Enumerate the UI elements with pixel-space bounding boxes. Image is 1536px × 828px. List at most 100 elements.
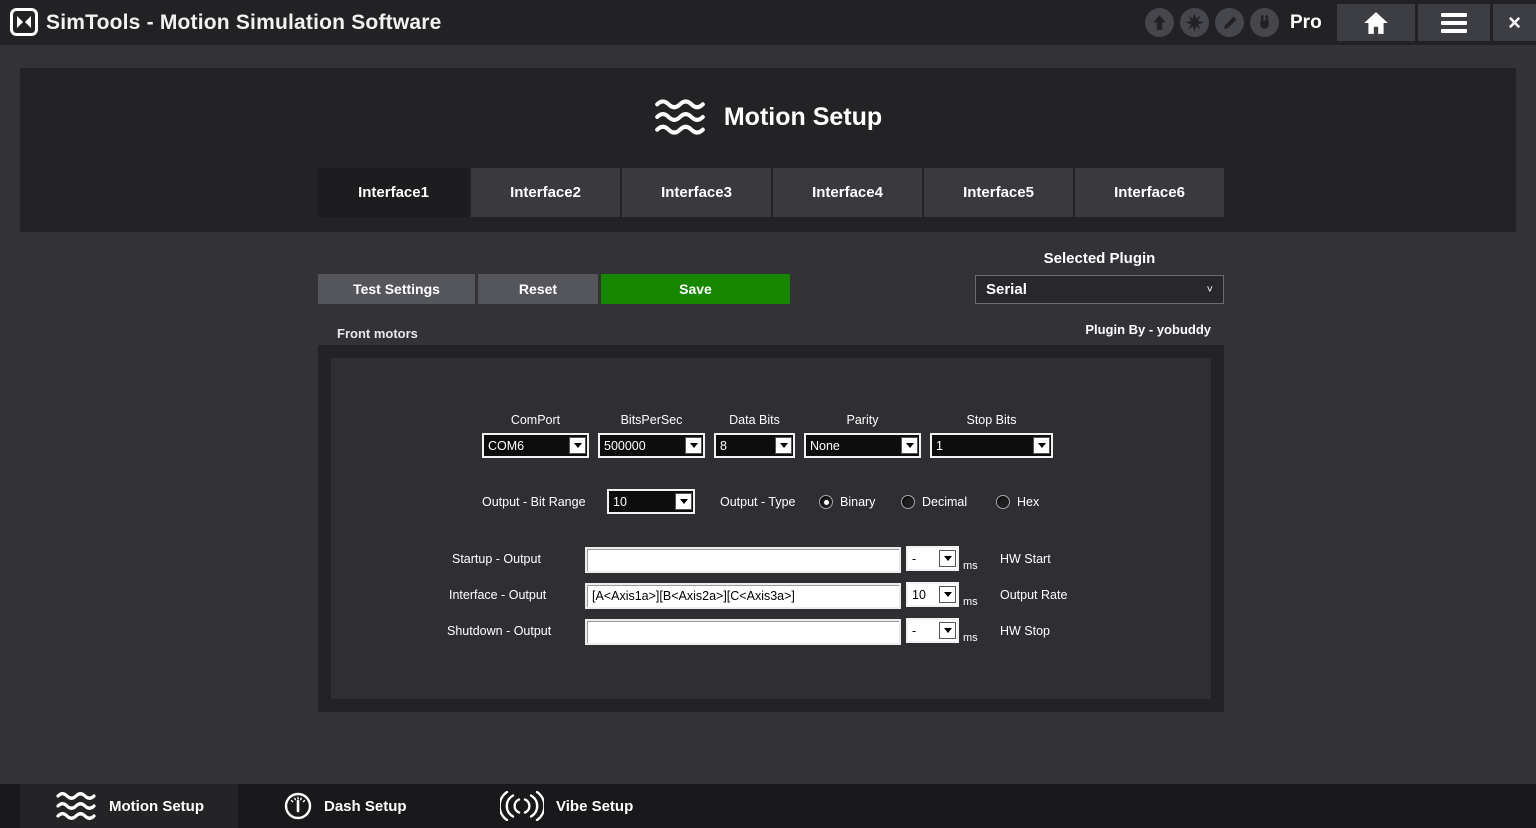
dropdown-arrow-icon[interactable] — [685, 437, 702, 454]
databits-value: 8 — [716, 439, 774, 453]
tab-interface3[interactable]: Interface3 — [620, 168, 771, 217]
stopbits-value: 1 — [932, 439, 1032, 453]
update-icon[interactable] — [1145, 8, 1174, 37]
plugin-author-label: Plugin By - yobuddy — [975, 322, 1211, 337]
dropdown-arrow-icon[interactable] — [939, 622, 956, 639]
simtools-logo-icon — [10, 8, 38, 36]
bit-range-select[interactable]: 10 — [607, 489, 695, 514]
interface-tabs: Interface1 Interface2 Interface3 Interfa… — [318, 168, 1224, 217]
hw-stop-label: HW Stop — [1000, 624, 1050, 638]
output-type-label: Output - Type — [720, 495, 796, 509]
reset-button[interactable]: Reset — [478, 274, 598, 304]
radio-unselected-icon — [901, 495, 915, 509]
motion-setup-panel: Motion Setup Interface1 Interface2 Inter… — [20, 68, 1516, 232]
bitspersec-value: 500000 — [600, 439, 684, 453]
tab-interface4[interactable]: Interface4 — [771, 168, 922, 217]
nav-dash-setup[interactable]: Dash Setup — [262, 784, 462, 828]
page-header: Motion Setup — [20, 98, 1516, 136]
dropdown-arrow-icon[interactable] — [939, 586, 956, 603]
interface-ms-label: ms — [963, 596, 978, 608]
tab-interface2[interactable]: Interface2 — [469, 168, 620, 217]
dropdown-arrow-icon[interactable] — [569, 437, 586, 454]
startup-ms-label: ms — [963, 560, 978, 572]
hw-start-label: HW Start — [1000, 552, 1051, 566]
startup-output-label: Startup - Output — [452, 552, 541, 566]
waves-icon — [654, 98, 706, 136]
nav-dash-setup-label: Dash Setup — [324, 798, 407, 815]
parity-label: Parity — [804, 413, 921, 427]
selected-plugin-label: Selected Plugin — [975, 250, 1224, 267]
plugin-select-value: Serial — [976, 281, 1207, 298]
startup-interval-select[interactable]: - — [906, 546, 959, 571]
radio-decimal-label: Decimal — [922, 495, 967, 509]
output-rate-select[interactable]: 10 — [906, 582, 959, 607]
dropdown-arrow-icon[interactable] — [1033, 437, 1050, 454]
nav-vibe-setup-label: Vibe Setup — [556, 798, 633, 815]
nav-motion-setup-label: Motion Setup — [109, 798, 204, 815]
vibration-icon — [500, 791, 544, 821]
dropdown-arrow-icon[interactable] — [939, 550, 956, 567]
databits-select[interactable]: 8 — [714, 433, 795, 458]
interface-output-label: Interface - Output — [449, 588, 546, 602]
interface-output-input[interactable] — [585, 583, 901, 609]
settings-inner-panel — [331, 358, 1211, 699]
bitspersec-label: BitsPerSec — [598, 413, 705, 427]
stopbits-label: Stop Bits — [930, 413, 1053, 427]
hamburger-icon — [1441, 13, 1467, 33]
dropdown-arrow-icon[interactable] — [901, 437, 918, 454]
pro-badge: Pro — [1290, 0, 1322, 45]
window-title: SimTools - Motion Simulation Software — [46, 0, 442, 45]
stopbits-select[interactable]: 1 — [930, 433, 1053, 458]
shutdown-interval-select[interactable]: - — [906, 618, 959, 643]
save-button[interactable]: Save — [601, 274, 790, 304]
test-settings-button[interactable]: Test Settings — [318, 274, 475, 304]
output-rate-value: 10 — [908, 588, 938, 602]
chevron-down-icon: ˅ — [1207, 284, 1223, 296]
bottom-nav-bar: Motion Setup Dash Setup — [0, 784, 1536, 828]
group-title: Front motors — [337, 326, 418, 341]
dropdown-arrow-icon[interactable] — [675, 493, 692, 510]
simtools-window: SimTools - Motion Simulation Software Pr… — [0, 0, 1536, 828]
radio-selected-icon — [819, 495, 833, 509]
shutdown-ms-label: ms — [963, 632, 978, 644]
startup-interval-value: - — [908, 552, 938, 566]
dropdown-arrow-icon[interactable] — [775, 437, 792, 454]
parity-value: None — [806, 439, 900, 453]
tab-interface5[interactable]: Interface5 — [922, 168, 1073, 217]
burst-icon[interactable] — [1180, 8, 1209, 37]
radio-binary-label: Binary — [840, 495, 875, 509]
tab-interface6[interactable]: Interface6 — [1073, 168, 1224, 217]
page-title: Motion Setup — [724, 103, 882, 132]
plug-icon[interactable] — [1250, 8, 1279, 37]
shutdown-output-input[interactable] — [585, 619, 901, 645]
shutdown-interval-value: - — [908, 624, 938, 638]
parity-select[interactable]: None — [804, 433, 921, 458]
plugin-select[interactable]: Serial ˅ — [975, 275, 1224, 304]
gauge-icon — [284, 792, 312, 820]
tab-interface1[interactable]: Interface1 — [318, 168, 469, 217]
title-bar: SimTools - Motion Simulation Software Pr… — [0, 0, 1536, 45]
home-icon — [1363, 11, 1389, 35]
radio-binary[interactable]: Binary — [819, 495, 875, 509]
shutdown-output-label: Shutdown - Output — [447, 624, 551, 638]
radio-hex[interactable]: Hex — [996, 495, 1039, 509]
menu-button[interactable] — [1418, 4, 1490, 41]
radio-hex-label: Hex — [1017, 495, 1039, 509]
waves-icon — [55, 791, 97, 821]
startup-output-input[interactable] — [585, 547, 901, 573]
pencil-icon[interactable] — [1215, 8, 1244, 37]
output-rate-label: Output Rate — [1000, 588, 1067, 602]
comport-value: COM6 — [484, 439, 568, 453]
nav-vibe-setup[interactable]: Vibe Setup — [478, 784, 678, 828]
radio-unselected-icon — [996, 495, 1010, 509]
close-button[interactable]: × — [1493, 4, 1536, 41]
home-button[interactable] — [1337, 4, 1415, 41]
databits-label: Data Bits — [714, 413, 795, 427]
comport-select[interactable]: COM6 — [482, 433, 589, 458]
bitspersec-select[interactable]: 500000 — [598, 433, 705, 458]
radio-decimal[interactable]: Decimal — [901, 495, 967, 509]
close-icon: × — [1508, 12, 1521, 34]
bit-range-label: Output - Bit Range — [482, 495, 586, 509]
nav-motion-setup[interactable]: Motion Setup — [20, 784, 238, 828]
comport-label: ComPort — [482, 413, 589, 427]
